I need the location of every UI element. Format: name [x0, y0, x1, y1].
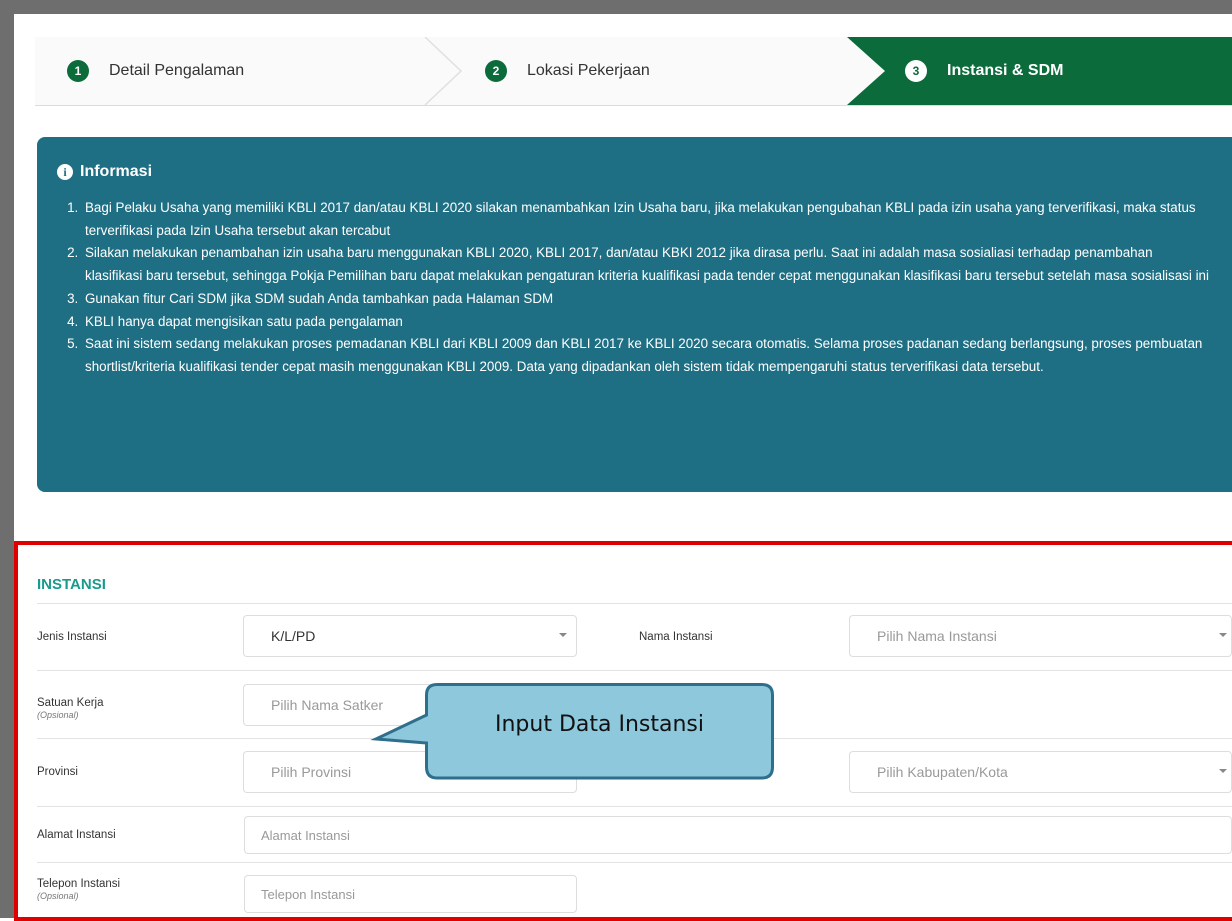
nama-instansi-select[interactable]: Pilih Nama Instansi [849, 615, 1232, 657]
label-satuan-kerja: Satuan Kerja (Opsional) [37, 697, 104, 720]
provinsi-placeholder: Pilih Provinsi [271, 764, 352, 780]
info-item-2: Silakan melakukan penambahan izin usaha … [82, 242, 1212, 287]
chevron-down-icon [559, 633, 567, 637]
info-circle-icon: i [57, 164, 73, 180]
callout-text: Input Data Instansi [495, 712, 704, 737]
label-nama-instansi: Nama Instansi [639, 631, 713, 643]
jenis-instansi-value: K/L/PD [271, 628, 316, 644]
step-instansi-sdm[interactable]: 3 Instansi & SDM [905, 37, 1063, 105]
divider [37, 603, 1232, 604]
divider [37, 806, 1232, 807]
label-alamat-instansi: Alamat Instansi [37, 829, 116, 841]
info-header: i Informasi [57, 163, 1212, 181]
optional-note: (Opsional) [37, 710, 79, 720]
section-title-instansi: INSTANSI [37, 576, 106, 593]
kabupaten-placeholder: Pilih Kabupaten/Kota [877, 764, 1008, 780]
step-label-2: Lokasi Pekerjaan [527, 62, 650, 79]
telepon-instansi-placeholder: Telepon Instansi [261, 886, 355, 902]
step-lokasi-pekerjaan[interactable]: 2 Lokasi Pekerjaan [485, 37, 650, 105]
step-label-1: Detail Pengalaman [109, 62, 245, 79]
info-item-1: Bagi Pelaku Usaha yang memiliki KBLI 201… [82, 197, 1212, 242]
step-number-1: 1 [67, 60, 89, 82]
label-jenis-instansi: Jenis Instansi [37, 631, 107, 643]
info-title: Informasi [80, 163, 153, 180]
kabupaten-select[interactable]: Pilih Kabupaten/Kota [849, 751, 1232, 793]
alamat-instansi-placeholder: Alamat Instansi [261, 827, 350, 843]
jenis-instansi-select[interactable]: K/L/PD [243, 615, 577, 657]
callout-annotation: Input Data Instansi [370, 683, 774, 780]
info-item-3: Gunakan fitur Cari SDM jika SDM sudah An… [82, 288, 1212, 311]
satuan-kerja-label-text: Satuan Kerja [37, 697, 104, 709]
step-number-3: 3 [905, 60, 927, 82]
step-detail-pengalaman[interactable]: 1 Detail Pengalaman [67, 37, 244, 105]
chevron-down-icon [1219, 633, 1227, 637]
chevron-down-icon [1219, 769, 1227, 773]
info-item-5: Saat ini sistem sedang melakukan proses … [82, 333, 1212, 378]
info-item-4: KBLI hanya dapat mengisikan satu pada pe… [82, 311, 1212, 334]
stepper: 1 Detail Pengalaman 2 Lokasi Pekerjaan 3… [35, 37, 1232, 106]
label-provinsi: Provinsi [37, 766, 78, 778]
step-label-3: Instansi & SDM [947, 62, 1064, 79]
step-number-2: 2 [485, 60, 507, 82]
divider [37, 670, 1232, 671]
telepon-instansi-input[interactable]: Telepon Instansi [244, 875, 577, 913]
info-list: Bagi Pelaku Usaha yang memiliki KBLI 201… [57, 197, 1212, 379]
step-separator-1 [424, 37, 463, 105]
optional-note: (Opsional) [37, 891, 79, 901]
divider [37, 862, 1232, 863]
nama-instansi-placeholder: Pilih Nama Instansi [877, 628, 997, 644]
info-panel: i Informasi Bagi Pelaku Usaha yang memil… [37, 137, 1232, 492]
telepon-label-text: Telepon Instansi [37, 878, 121, 890]
alamat-instansi-input[interactable]: Alamat Instansi [244, 816, 1232, 854]
label-telepon-instansi: Telepon Instansi (Opsional) [37, 878, 120, 901]
